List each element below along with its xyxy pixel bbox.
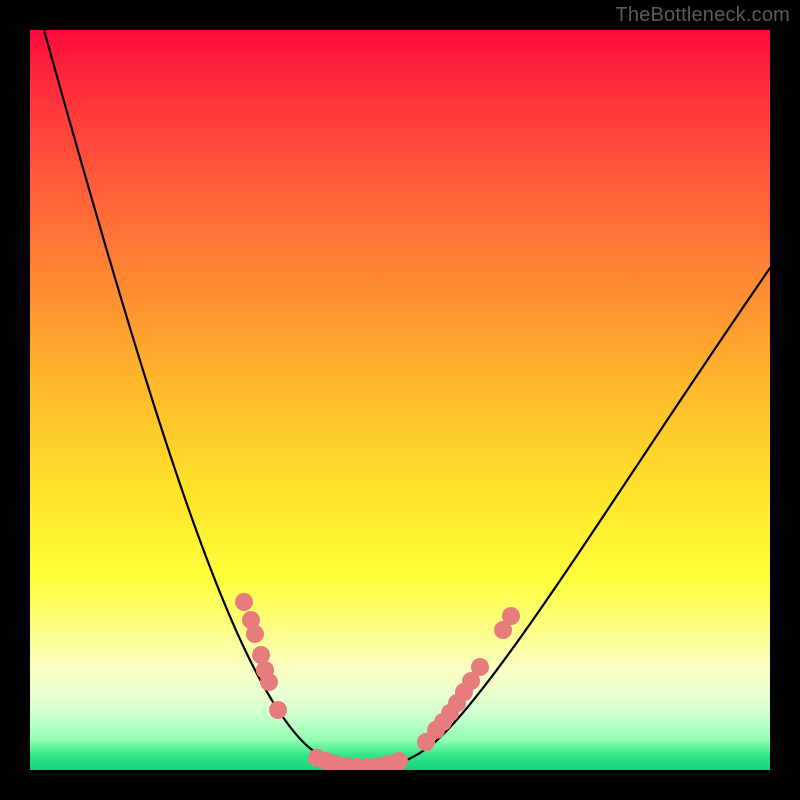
chart-svg	[30, 30, 770, 770]
data-point	[235, 593, 253, 611]
data-point	[502, 607, 520, 625]
watermark-text: TheBottleneck.com	[615, 4, 790, 27]
data-point	[390, 752, 408, 770]
data-point	[471, 658, 489, 676]
data-point	[246, 625, 264, 643]
data-dots	[235, 593, 520, 770]
data-point	[269, 701, 287, 719]
data-point	[260, 673, 278, 691]
bottleneck-curve	[44, 30, 770, 767]
chart-area	[30, 30, 770, 770]
